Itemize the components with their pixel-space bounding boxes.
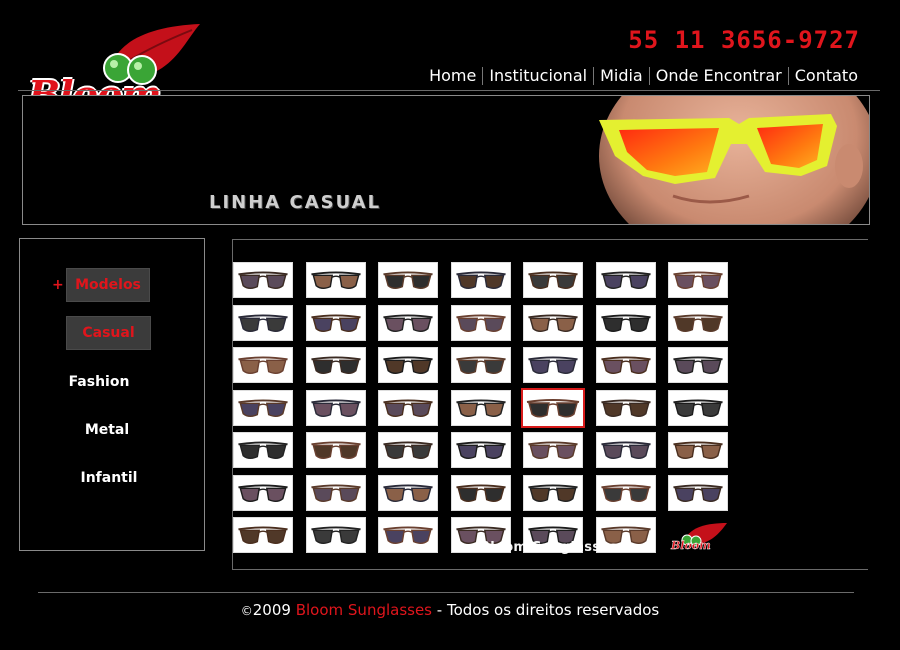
sunglasses-thumbnail[interactable] xyxy=(668,432,728,468)
copyright-symbol: © xyxy=(240,604,253,618)
sunglasses-thumbnail[interactable] xyxy=(596,347,656,383)
nav-contato[interactable]: Contato xyxy=(789,66,864,85)
product-gallery xyxy=(233,262,733,562)
sunglasses-thumbnail[interactable] xyxy=(451,305,511,341)
sunglasses-thumbnail[interactable] xyxy=(523,305,583,341)
bloom-mini-logo: Bloom xyxy=(670,523,727,552)
sunglasses-thumbnail[interactable] xyxy=(451,475,511,511)
gallery-border-top xyxy=(232,239,868,240)
sunglasses-thumbnail[interactable] xyxy=(378,305,438,341)
sunglasses-thumbnail[interactable] xyxy=(233,390,293,426)
menu-infantil-link[interactable]: Infantil xyxy=(16,470,202,486)
sunglasses-thumbnail[interactable] xyxy=(306,390,366,426)
top-navigation: Home Institucional Midia Onde Encontrar … xyxy=(423,66,864,85)
menu-metal-link[interactable]: Metal xyxy=(14,422,200,438)
sunglasses-thumbnail[interactable] xyxy=(596,432,656,468)
category-sidebar: + Modelos Casual Fashion Metal Infantil xyxy=(19,238,205,551)
sunglasses-thumbnail[interactable] xyxy=(378,262,438,298)
sunglasses-thumbnail[interactable] xyxy=(306,347,366,383)
sunglasses-thumbnail[interactable] xyxy=(378,475,438,511)
sunglasses-thumbnail[interactable] xyxy=(596,262,656,298)
sunglasses-thumbnail[interactable] xyxy=(378,347,438,383)
sunglasses-thumbnail[interactable] xyxy=(668,347,728,383)
sunglasses-thumbnail[interactable] xyxy=(378,390,438,426)
sunglasses-thumbnail[interactable] xyxy=(668,390,728,426)
sunglasses-thumbnail[interactable] xyxy=(523,347,583,383)
nav-onde-encontrar[interactable]: Onde Encontrar xyxy=(650,66,788,85)
sunglasses-thumbnail[interactable] xyxy=(451,262,511,298)
menu-modelos-button[interactable]: Modelos xyxy=(66,268,150,302)
footer-brand[interactable]: Bloom Sunglasses xyxy=(296,601,432,619)
sunglasses-thumbnail[interactable] xyxy=(451,432,511,468)
phone-number: 55 11 3656-9727 xyxy=(628,26,860,54)
sunglasses-thumbnail[interactable] xyxy=(306,262,366,298)
header-divider xyxy=(18,90,880,91)
sunglasses-thumbnail[interactable] xyxy=(306,475,366,511)
sunglasses-thumbnail[interactable] xyxy=(306,305,366,341)
footer-rights: - Todos os direitos reservados xyxy=(436,601,660,619)
sunglasses-thumbnail[interactable] xyxy=(378,517,438,553)
sunglasses-thumbnail[interactable] xyxy=(233,475,293,511)
gallery-border-bottom xyxy=(232,569,868,570)
sunglasses-thumbnail[interactable] xyxy=(668,262,728,298)
sunglasses-thumbnail[interactable] xyxy=(596,305,656,341)
footer-divider xyxy=(38,592,854,593)
banner-title: LINHA CASUAL xyxy=(209,192,382,213)
sunglasses-thumbnail[interactable] xyxy=(306,517,366,553)
sunglasses-thumbnail[interactable] xyxy=(523,262,583,298)
nav-institucional[interactable]: Institucional xyxy=(483,66,593,85)
menu-casual-button[interactable]: Casual xyxy=(66,316,151,350)
sunglasses-thumbnail[interactable] xyxy=(668,305,728,341)
sunglasses-thumbnail[interactable] xyxy=(521,388,585,428)
gallery-watermark: Bloom Sunglasses xyxy=(480,540,618,555)
menu-fashion-link[interactable]: Fashion xyxy=(6,374,192,390)
sunglasses-thumbnail[interactable] xyxy=(233,517,293,553)
nav-home[interactable]: Home xyxy=(423,66,482,85)
nav-midia[interactable]: Midia xyxy=(594,66,649,85)
sunglasses-thumbnail[interactable] xyxy=(233,347,293,383)
sunglasses-thumbnail[interactable] xyxy=(523,432,583,468)
sunglasses-thumbnail[interactable] xyxy=(596,390,656,426)
copyright-year: 2009 xyxy=(252,601,291,619)
model-with-sunglasses-image xyxy=(579,96,869,224)
sunglasses-thumbnail[interactable] xyxy=(378,432,438,468)
sunglasses-thumbnail[interactable] xyxy=(233,262,293,298)
hero-banner: LINHA CASUAL xyxy=(22,95,870,225)
sunglasses-thumbnail[interactable] xyxy=(668,475,728,511)
sunglasses-thumbnail[interactable] xyxy=(451,390,511,426)
sunglasses-thumbnail[interactable] xyxy=(596,475,656,511)
mini-logo-text: Bloom xyxy=(670,539,711,552)
sunglasses-thumbnail[interactable] xyxy=(451,347,511,383)
sunglasses-thumbnail[interactable] xyxy=(523,475,583,511)
sunglasses-thumbnail[interactable] xyxy=(306,432,366,468)
plus-icon: + xyxy=(52,277,64,293)
footer: ©2009 Bloom Sunglasses - Todos os direit… xyxy=(0,601,900,619)
sunglasses-thumbnail[interactable] xyxy=(233,305,293,341)
sunglasses-thumbnail[interactable] xyxy=(233,432,293,468)
